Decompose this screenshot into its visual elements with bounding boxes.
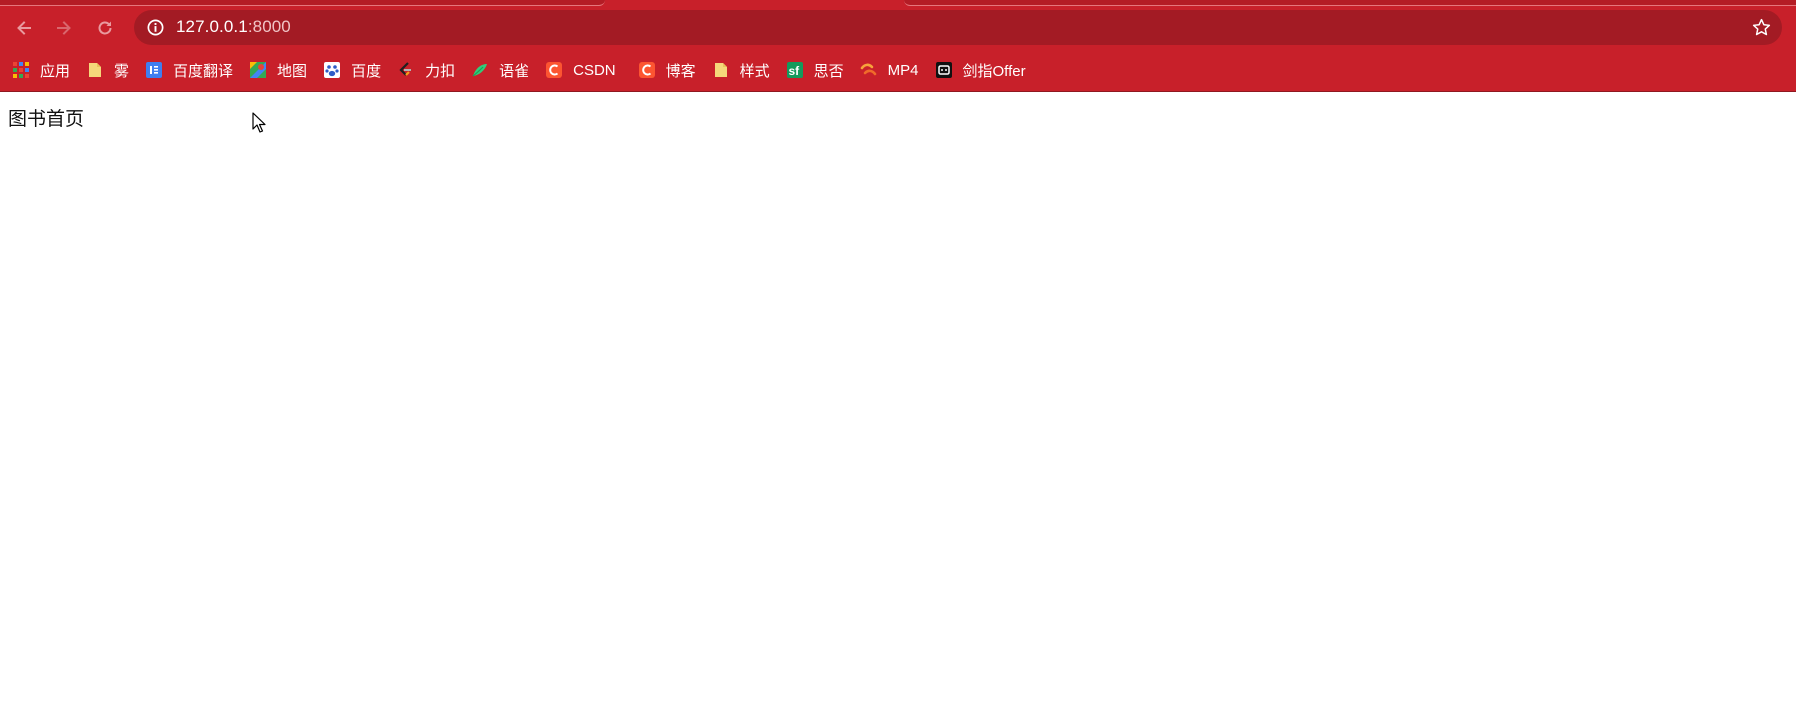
mp4-icon — [860, 61, 878, 79]
tab-strip-right — [904, 0, 1796, 6]
forward-button[interactable] — [48, 12, 80, 44]
tab-strip-left — [0, 0, 605, 6]
url-text[interactable]: 127.0.0.1:8000 — [176, 17, 291, 37]
translate-icon — [145, 61, 163, 79]
page-heading: 图书首页 — [8, 108, 85, 130]
bookmark-jianzhi-offer[interactable]: 剑指Offer — [929, 57, 1032, 83]
bookmark-label: 百度翻译 — [173, 62, 234, 80]
bookmark-label: 语雀 — [499, 62, 530, 80]
maps-icon — [249, 61, 267, 79]
bookmark-label: MP4 — [887, 61, 919, 79]
url-port: :8000 — [247, 17, 291, 36]
browser-chrome: 127.0.0.1:8000 应用 雾 百度翻译 地图 百度 力扣 语雀 CSD… — [0, 0, 1796, 92]
bookmark-label: 百度 — [351, 62, 382, 80]
bookmark-label: 雾 — [114, 62, 130, 80]
bookmark-baidu[interactable]: 百度 — [317, 57, 387, 83]
back-button[interactable] — [8, 12, 40, 44]
baidu-paw-icon — [323, 61, 341, 79]
bookmark-label: 样式 — [739, 62, 770, 80]
bookmark-label: 地图 — [277, 62, 308, 80]
bookmark-segmentfault[interactable]: sf 思否 — [780, 57, 850, 83]
csdn-icon — [638, 61, 656, 79]
nowcoder-icon — [935, 61, 953, 79]
page-content: 图书首页 — [0, 92, 1796, 714]
folder-icon — [86, 61, 104, 79]
bookmarks-bar: 应用 雾 百度翻译 地图 百度 力扣 语雀 CSDN 博客 样式 sf 思否 M… — [0, 55, 1796, 85]
forward-arrow-icon — [57, 21, 71, 35]
mouse-cursor-icon — [252, 112, 266, 133]
apps-grid-icon — [12, 61, 30, 79]
bookmark-baidu-translate[interactable]: 百度翻译 — [139, 57, 239, 83]
back-arrow-icon — [17, 21, 31, 35]
bookmark-csdn[interactable]: CSDN — [539, 57, 622, 83]
svg-text:sf: sf — [788, 64, 800, 78]
url-host: 127.0.0.1 — [176, 17, 248, 36]
bookmark-label: CSDN — [573, 61, 616, 79]
info-icon[interactable] — [146, 18, 165, 37]
yuque-icon — [471, 61, 489, 79]
bookmark-mp4[interactable]: MP4 — [854, 57, 925, 83]
bookmark-label: 思否 — [813, 62, 844, 80]
folder-icon — [712, 61, 730, 79]
bookmark-label: 力扣 — [425, 62, 456, 80]
bookmark-label: 博客 — [665, 62, 696, 80]
bookmark-folder-styles[interactable]: 样式 — [706, 57, 776, 83]
bookmark-blog[interactable]: 博客 — [632, 57, 702, 83]
bookmark-leetcode[interactable]: 力扣 — [391, 57, 461, 83]
leetcode-icon — [397, 61, 415, 79]
bookmark-label: 剑指Offer — [962, 62, 1026, 80]
bookmark-label: 应用 — [40, 62, 71, 80]
bookmark-apps[interactable]: 应用 — [0, 57, 76, 83]
bookmark-maps[interactable]: 地图 — [243, 57, 313, 83]
reload-button[interactable] — [89, 12, 121, 44]
csdn-icon — [545, 61, 563, 79]
bookmark-yuque[interactable]: 语雀 — [465, 57, 535, 83]
segmentfault-icon: sf — [786, 61, 804, 79]
address-bar[interactable]: 127.0.0.1:8000 — [134, 10, 1782, 45]
reload-icon — [98, 21, 112, 35]
bookmark-folder-wu[interactable]: 雾 — [80, 57, 135, 83]
bookmark-star-icon[interactable] — [1751, 17, 1772, 38]
